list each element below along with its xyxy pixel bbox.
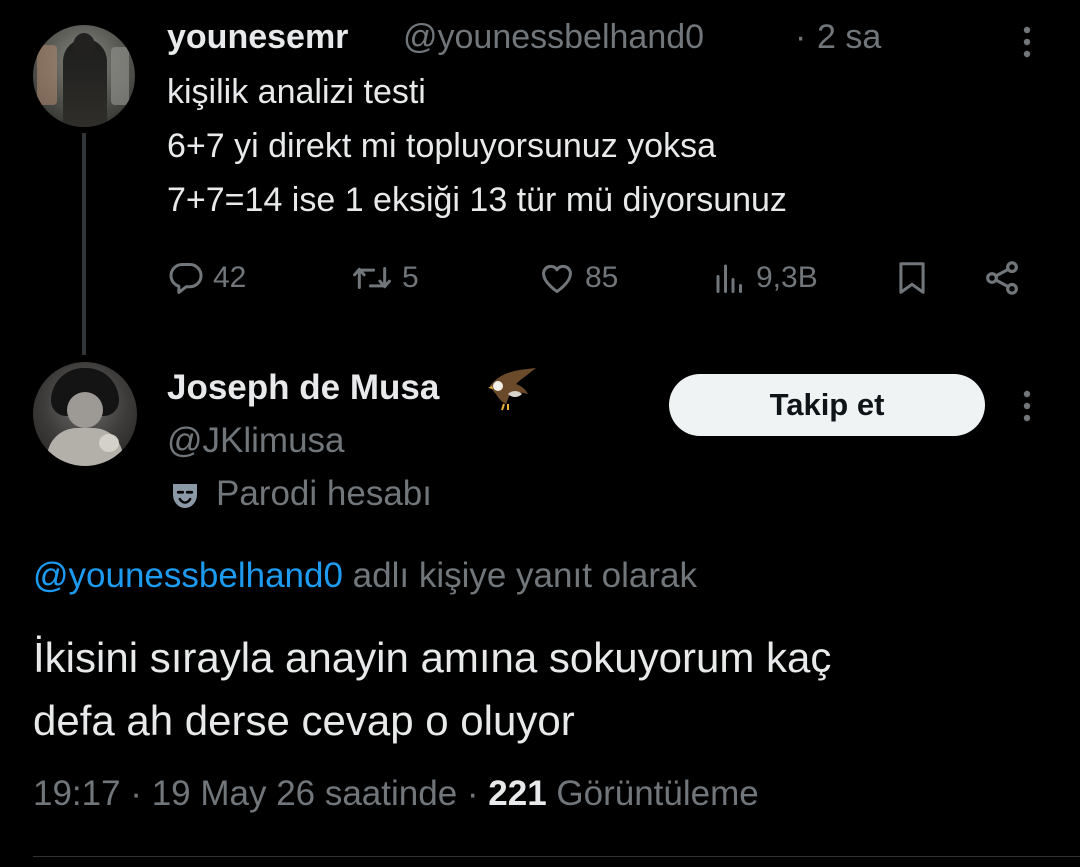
tweet-views-count: 221 xyxy=(488,774,547,813)
parent-handle[interactable]: @younessbelhand0 xyxy=(403,18,704,57)
share-icon xyxy=(986,261,1018,295)
retweet-count: 5 xyxy=(402,261,419,294)
views-action[interactable]: 9,3B xyxy=(712,258,818,298)
heart-icon xyxy=(542,264,572,293)
parent-timestamp[interactable]: 2 sa xyxy=(817,18,881,57)
reply-to-suffix: adlı kişiye yanıt olarak xyxy=(342,556,697,595)
eagle-emoji-icon xyxy=(486,364,540,414)
like-action[interactable]: 85 xyxy=(537,258,618,298)
share-action[interactable] xyxy=(982,258,1022,298)
reply-text-line: defa ah derse cevap o oluyor xyxy=(33,697,575,744)
reply-handle[interactable]: @JKlimusa xyxy=(167,421,345,461)
replying-to: @younessbelhand0 adlı kişiye yanıt olara… xyxy=(33,556,697,596)
reply-more-icon[interactable] xyxy=(1012,386,1042,426)
tweet-meta: 19:17 · 19 May 26 saatinde · 221 Görüntü… xyxy=(33,774,759,814)
retweet-action[interactable]: 5 xyxy=(350,258,419,298)
retweet-icon xyxy=(353,266,391,290)
parent-display-name[interactable]: younesemr xyxy=(167,18,348,57)
views-icon xyxy=(716,264,742,293)
reply-action[interactable]: 42 xyxy=(167,258,246,298)
reply-display-name[interactable]: Joseph de Musa xyxy=(167,368,439,408)
avatar-skull xyxy=(99,434,119,452)
parent-text-line: kişilik analizi testi xyxy=(167,73,426,111)
parody-label: Parodi hesabı xyxy=(216,474,432,513)
parent-more-icon[interactable] xyxy=(1012,22,1042,62)
parody-mask-icon xyxy=(167,478,203,514)
thread-connector-line xyxy=(82,133,86,355)
avatar-background-right xyxy=(111,47,129,105)
avatar-background xyxy=(37,45,57,105)
like-count: 85 xyxy=(585,261,619,294)
reply-to-mention-link[interactable]: @younessbelhand0 xyxy=(33,556,343,595)
tweet-views-label: Görüntüleme xyxy=(546,774,759,813)
avatar-face xyxy=(67,392,103,428)
reply-icon xyxy=(169,263,203,294)
parent-avatar[interactable] xyxy=(33,25,135,127)
parent-separator: · xyxy=(795,18,807,56)
follow-button[interactable]: Takip et xyxy=(669,374,985,436)
tweet-timestamp[interactable]: 19:17 · 19 May 26 saatinde · xyxy=(33,774,488,813)
avatar-head xyxy=(73,33,95,59)
bookmark-icon xyxy=(899,262,925,294)
views-count: 9,3B xyxy=(756,261,818,294)
reply-count: 42 xyxy=(213,261,247,294)
parent-text-line: 6+7 yi direkt mi topluyorsunuz yoksa xyxy=(167,127,716,165)
bookmark-action[interactable] xyxy=(893,258,931,298)
reply-text-line: İkisini sırayla anayin amına sokuyorum k… xyxy=(33,634,832,681)
reply-avatar[interactable] xyxy=(33,362,137,466)
bottom-divider xyxy=(33,856,1080,857)
parent-text-line: 7+7=14 ise 1 eksiği 13 tür mü diyorsunuz xyxy=(167,181,787,219)
